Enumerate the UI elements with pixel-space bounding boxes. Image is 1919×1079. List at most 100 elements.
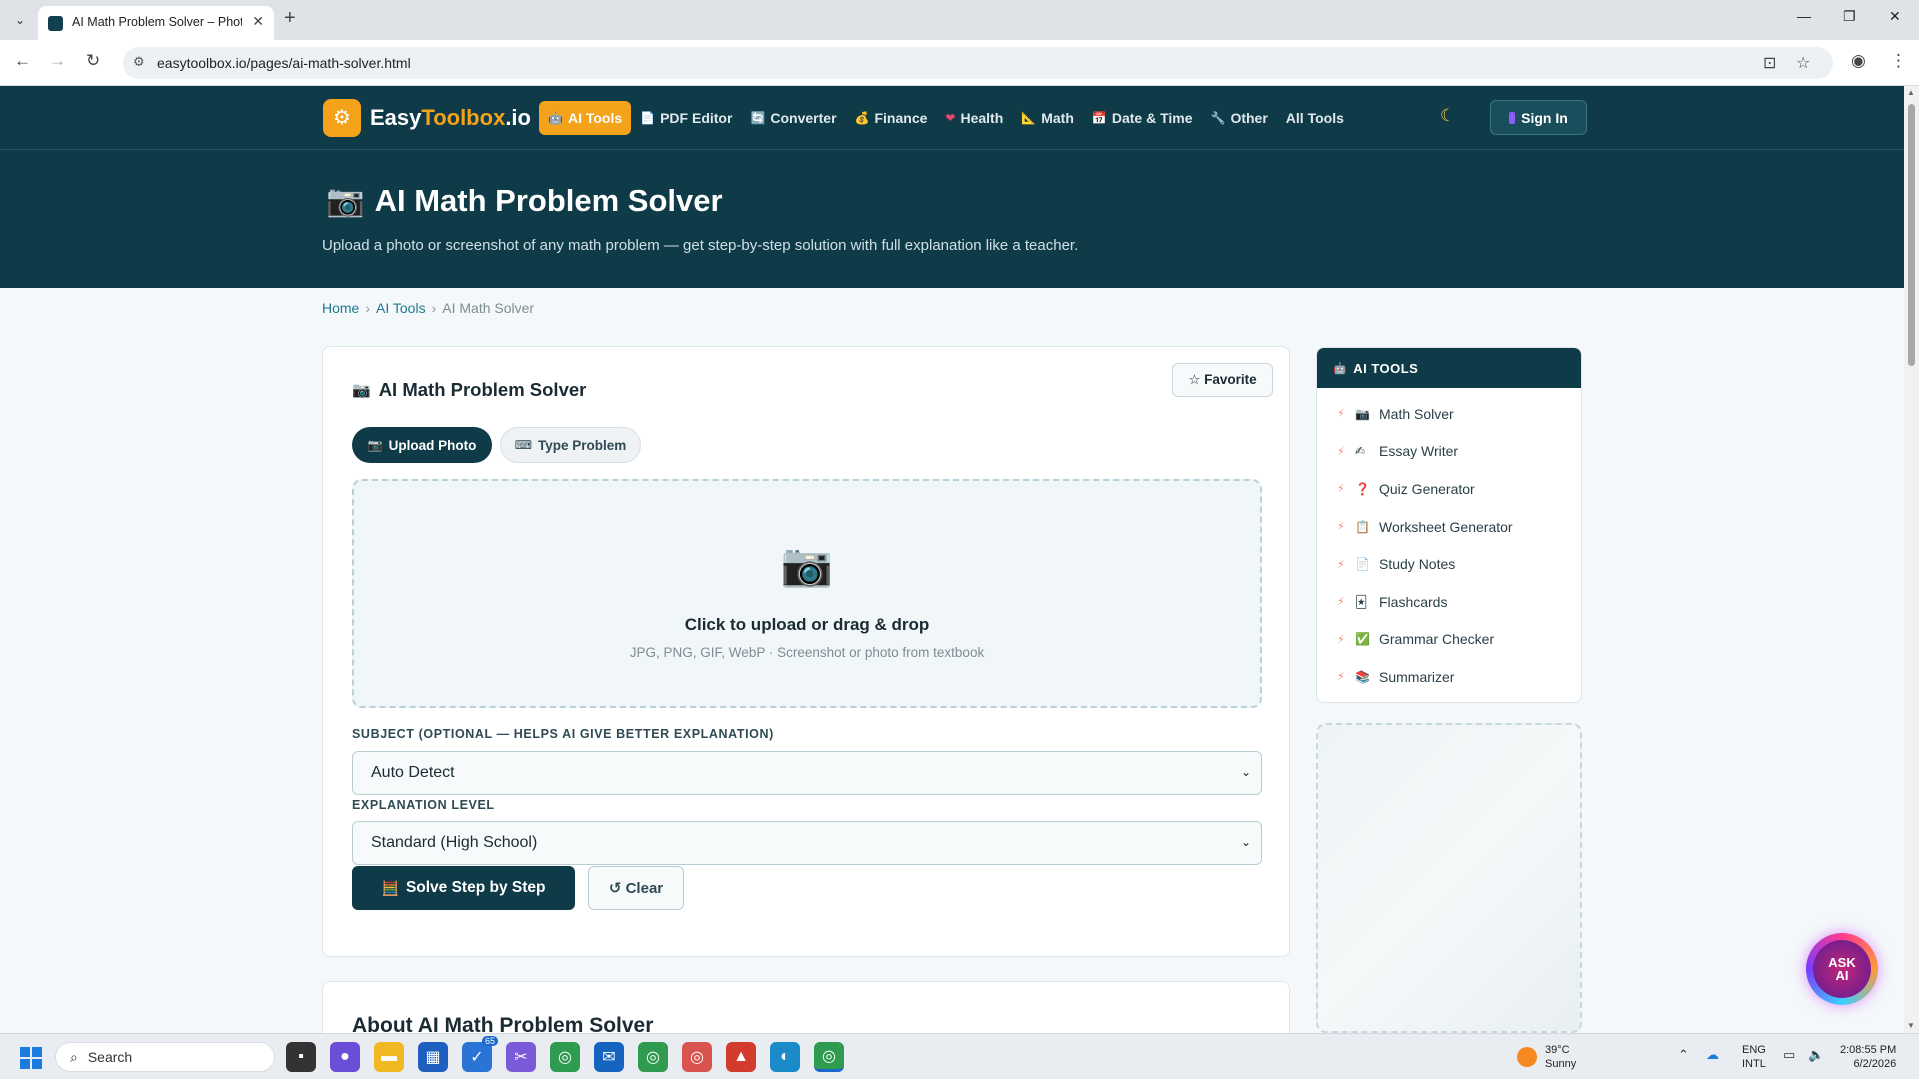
main-nav: 🤖 AI Tools 📄 PDF Editor 🔄 Converter 💰 Financ… [539, 101, 1353, 135]
tab-search-chevron-icon[interactable]: ⌄ [8, 9, 32, 31]
chrome-active-icon[interactable]: ◎ [814, 1042, 844, 1072]
todo-icon[interactable]: ✓ 65 [462, 1036, 498, 1072]
clipboard-icon: 📋 [1355, 519, 1370, 534]
subject-select[interactable]: Auto Detect ⌄ [352, 751, 1262, 795]
camera-icon: 📷 [1355, 406, 1370, 421]
sidebar-item-summarizer[interactable]: ⚡ 📚 Summarizer [1317, 658, 1581, 696]
sign-in-icon [1509, 111, 1516, 124]
subject-label: SUBJECT (OPTIONAL — HELPS AI GIVE BETTER… [352, 727, 774, 741]
browser-menu-icon[interactable]: ⋮ [1890, 51, 1907, 71]
forward-icon[interactable]: → [49, 51, 66, 71]
nav-other[interactable]: 🔧 Other [1202, 101, 1277, 135]
tab-title: AI Math Problem Solver – Photo [72, 15, 242, 29]
convert-icon: 🔄 [750, 111, 766, 125]
tab-close-icon[interactable]: ✕ [252, 13, 264, 30]
acrobat-icon[interactable]: ▲ [726, 1042, 756, 1072]
url-input[interactable]: ⚙ easytoolbox.io/pages/ai-math-solver.ht… [123, 47, 1833, 79]
favorite-button[interactable]: ☆ Favorite [1172, 363, 1273, 397]
restore-icon[interactable]: ❐ [1843, 8, 1856, 25]
chrome-alt-icon[interactable]: ◎ [682, 1042, 712, 1072]
file-explorer-icon[interactable]: ▬ [374, 1042, 404, 1072]
reload-icon[interactable]: ↻ [86, 51, 100, 71]
ruler-icon: 📐 [1021, 111, 1037, 125]
edge-icon[interactable]: ◐ [770, 1042, 800, 1072]
close-window-icon[interactable]: ✕ [1889, 8, 1901, 25]
nav-ai-tools[interactable]: 🤖 AI Tools [539, 101, 632, 135]
nav-health[interactable]: ❤ Health [936, 101, 1012, 135]
sidebar-item-study-notes[interactable]: ⚡ 📄 Study Notes [1317, 545, 1581, 583]
page-scrollbar[interactable]: ▲ ▼ [1904, 86, 1919, 1033]
weather-temp: 39°C [1545, 1044, 1570, 1056]
nav-finance[interactable]: 💰 Finance [846, 101, 937, 135]
tab-favicon-icon [48, 16, 63, 31]
notification-badge: 65 [481, 1036, 498, 1046]
explanation-level-select[interactable]: Standard (High School) ⌄ [352, 821, 1262, 865]
upload-dropzone[interactable]: 📷 Click to upload or drag & drop JPG, PN… [352, 479, 1262, 708]
breadcrumb-separator: › [365, 300, 371, 316]
check-mark-icon: ✅ [1355, 632, 1370, 647]
clear-button[interactable]: ↺ Clear [588, 866, 684, 910]
site-info-icon[interactable]: ⚙ [133, 54, 145, 70]
nav-all-tools[interactable]: All Tools [1277, 101, 1353, 135]
weather-widget[interactable]: 39°C Sunny [1517, 1043, 1576, 1071]
tool-title: 📷 AI Math Problem Solver [352, 379, 587, 400]
site-navbar: ⚙ EasyToolbox.io 🤖 AI Tools 📄 PDF Editor 🔄… [0, 86, 1904, 150]
browser-tab-active[interactable]: AI Math Problem Solver – Photo ✕ [38, 6, 274, 40]
network-icon[interactable]: ▭ [1783, 1047, 1795, 1063]
windows-start-icon[interactable] [20, 1047, 42, 1069]
sidebar-item-essay-writer[interactable]: ⚡ ✍ Essay Writer [1317, 433, 1581, 471]
search-icon: ⌕ [70, 1048, 78, 1065]
ask-ai-button[interactable]: ASK AI [1806, 933, 1878, 1005]
taskbar-search-input[interactable]: ⌕ Search [55, 1042, 275, 1072]
tab-upload-photo[interactable]: 📷 Upload Photo [352, 427, 492, 463]
money-bag-icon: 💰 [854, 111, 870, 125]
minimize-icon[interactable]: — [1797, 8, 1811, 24]
logo-gear-icon[interactable]: ⚙ [323, 99, 361, 137]
chrome-profile-icon[interactable]: ◎ [638, 1042, 668, 1072]
windows-taskbar: ⌕ Search ▪ ● ▬ ▦ ✓ 65 ✂ ◎ ✉ ◎ ◎ ▲ ◐ ◎ 39°… [0, 1033, 1919, 1079]
camera-icon: 📷 [352, 382, 371, 399]
abacus-icon: 🧮 [381, 879, 399, 896]
breadcrumb-home[interactable]: Home [322, 300, 359, 316]
chrome-icon[interactable]: ◎ [550, 1042, 580, 1072]
breadcrumb-ai-tools[interactable]: AI Tools [376, 300, 426, 316]
scroll-up-icon[interactable]: ▲ [1907, 88, 1915, 97]
outlook-icon[interactable]: ✉ [594, 1042, 624, 1072]
tray-chevron-icon[interactable]: ⌃ [1678, 1047, 1689, 1063]
breadcrumb-separator: › [431, 300, 437, 316]
tab-type-problem[interactable]: ⌨ Type Problem [500, 427, 641, 463]
store-icon[interactable]: ▦ [418, 1042, 448, 1072]
sidebar-item-worksheet-generator[interactable]: ⚡ 📋 Worksheet Generator [1317, 508, 1581, 546]
profile-icon[interactable]: ◉ [1851, 51, 1866, 71]
sidebar-item-quiz-generator[interactable]: ⚡ ❓ Quiz Generator [1317, 470, 1581, 508]
document-icon: 📄 [640, 111, 656, 125]
nav-date-time[interactable]: 📅 Date & Time [1083, 101, 1202, 135]
scroll-down-icon[interactable]: ▼ [1907, 1021, 1915, 1030]
sidebar-item-flashcards[interactable]: ⚡ 🃏 Flashcards [1317, 583, 1581, 621]
robot-icon: 🤖 [548, 111, 563, 125]
site-logo[interactable]: EasyToolbox.io [370, 105, 531, 131]
sign-in-button[interactable]: Sign In [1490, 100, 1587, 135]
dark-mode-moon-icon[interactable]: ☾ [1440, 106, 1455, 126]
install-app-icon[interactable]: ⊡ [1763, 53, 1776, 73]
new-tab-icon[interactable]: + [284, 7, 296, 30]
volume-icon[interactable]: 🔈 [1808, 1047, 1824, 1063]
task-view-icon[interactable]: ▪ [286, 1042, 316, 1072]
scroll-thumb[interactable] [1908, 104, 1915, 366]
snipping-tool-icon[interactable]: ✂ [506, 1042, 536, 1072]
nav-pdf-editor[interactable]: 📄 PDF Editor [631, 101, 741, 135]
input-language[interactable]: ENG INTL [1742, 1043, 1766, 1071]
back-icon[interactable]: ← [14, 51, 31, 71]
system-clock[interactable]: 2:08:55 PM 6/2/2026 [1840, 1043, 1896, 1071]
teams-icon[interactable]: ● [330, 1042, 360, 1072]
ai-tools-sidebar: 🤖 AI TOOLS ⚡ 📷 Math Solver ⚡ ✍ Essay Writer … [1316, 347, 1582, 703]
nav-math[interactable]: 📐 Math [1012, 101, 1083, 135]
sidebar-item-grammar-checker[interactable]: ⚡ ✅ Grammar Checker [1317, 621, 1581, 659]
sidebar-item-math-solver[interactable]: ⚡ 📷 Math Solver [1317, 395, 1581, 433]
bookmark-star-icon[interactable]: ☆ [1796, 53, 1810, 73]
solve-button[interactable]: 🧮 Solve Step by Step [352, 866, 575, 910]
nav-converter[interactable]: 🔄 Converter [741, 101, 845, 135]
weather-desc: Sunny [1545, 1058, 1577, 1070]
cards-icon: 🃏 [1355, 594, 1368, 609]
onedrive-cloud-icon[interactable]: ☁ [1706, 1047, 1719, 1063]
